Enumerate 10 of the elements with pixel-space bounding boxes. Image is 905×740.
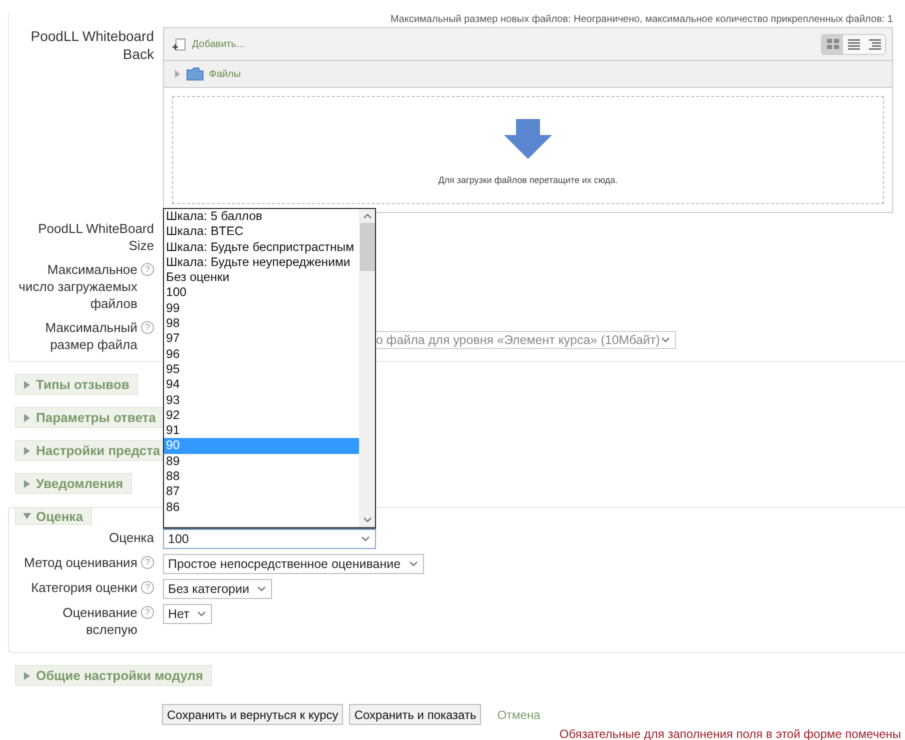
- field-label: Категория оценки: [31, 579, 138, 596]
- field-label: Метод оценивания: [24, 554, 138, 571]
- field-label: PoodLL Whiteboard Back: [30, 27, 154, 63]
- drop-hint: Для загрузки файлов перетащите их сюда.: [438, 175, 618, 185]
- field-label: PoodLL WhiteBoard Size: [37, 220, 154, 254]
- field-label: Оценка: [108, 529, 154, 546]
- field-label: Максимальное число загружаемых файлов: [18, 261, 138, 312]
- field-label: Максимальный размер файла: [44, 319, 138, 353]
- field-label: Оценивание вслепую: [62, 604, 138, 638]
- limits-note: Максимальный размер новых файлов: Неограничено, максимальное количество прикрепленных файлов: 1: [389, 13, 893, 27]
